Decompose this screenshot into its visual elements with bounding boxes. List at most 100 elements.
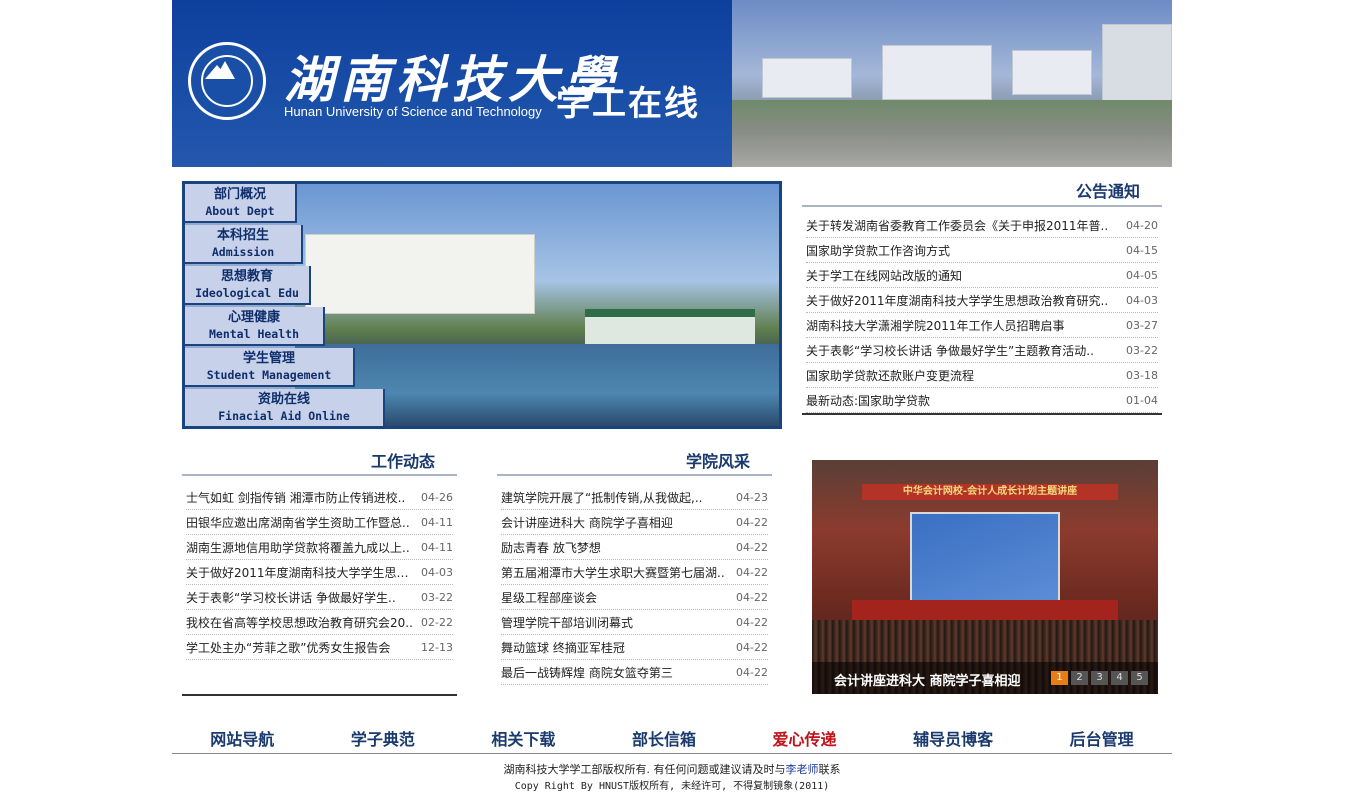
item-date: 04-26 xyxy=(421,490,453,504)
nav-financial-aid[interactable]: 资助在线 Finacial Aid Online xyxy=(185,389,385,426)
item-title[interactable]: 士气如虹 剑指传销 湘潭市防止传销进校.. xyxy=(186,489,405,506)
item-title[interactable]: 田银华应邀出席湖南省学生资助工作暨总.. xyxy=(186,514,410,531)
item-title[interactable]: 关于表彰“学习校长讲话 争做最好学生.. xyxy=(186,589,396,606)
slide-page-5[interactable]: 5 xyxy=(1131,671,1148,685)
list-item[interactable]: 最后一战铸辉煌 商院女篮夺第三 04-22 xyxy=(501,660,768,685)
nav-admission[interactable]: 本科招生 Admission xyxy=(185,225,303,264)
list-item[interactable]: 湖南生源地信用助学贷款将覆盖九成以上.. 04-11 xyxy=(186,535,453,560)
list-item[interactable]: 星级工程部座谈会 04-22 xyxy=(501,585,768,610)
slide-page-3[interactable]: 3 xyxy=(1091,671,1108,685)
list-item[interactable]: 关于学工在线网站改版的通知 04-05 xyxy=(806,263,1158,288)
list-item[interactable]: 关于转发湖南省委教育工作委员会《关于申报2011年普.. 04-20 xyxy=(806,213,1158,238)
item-title[interactable]: 国家助学贷款工作咨询方式 xyxy=(806,242,950,259)
bottom-navigation: 网站导航 学子典范 相关下载 部长信箱 爱心传递 辅导员博客 后台管理 xyxy=(172,722,1172,754)
slide-page-4[interactable]: 4 xyxy=(1111,671,1128,685)
item-title[interactable]: 舞动篮球 终摘亚军桂冠 xyxy=(501,639,625,656)
item-date: 04-22 xyxy=(736,615,768,629)
list-item[interactable]: 士气如虹 剑指传销 湘潭市防止传销进校.. 04-26 xyxy=(186,485,453,510)
slide-caption[interactable]: 会计讲座进科大 商院学子喜相迎 xyxy=(834,670,1021,689)
college-news-section: 学院风采 建筑学院开展了“抵制传销,从我做起,.. 04-23 会计讲座进科大 商… xyxy=(497,440,772,685)
work-news-title[interactable]: 工作动态 xyxy=(371,452,435,471)
item-title[interactable]: 湖南生源地信用助学贷款将覆盖九成以上.. xyxy=(186,539,410,556)
item-title[interactable]: 最后一战铸辉煌 商院女篮夺第三 xyxy=(501,664,673,681)
item-date: 04-22 xyxy=(736,590,768,604)
nav-student-management[interactable]: 学生管理 Student Management xyxy=(185,348,355,387)
item-date: 04-05 xyxy=(1126,268,1158,282)
link-love-relay[interactable]: 爱心传递 xyxy=(773,726,837,750)
list-item[interactable]: 最新动态:国家助学贷款 01-04 xyxy=(806,388,1158,413)
nav-about-dept[interactable]: 部门概况 About Dept xyxy=(185,184,297,223)
link-model-students[interactable]: 学子典范 xyxy=(351,726,415,750)
list-item[interactable]: 第五届湘潭市大学生求职大赛暨第七届湖.. 04-22 xyxy=(501,560,768,585)
link-site-map[interactable]: 网站导航 xyxy=(210,726,274,750)
item-title[interactable]: 建筑学院开展了“抵制传销,从我做起,.. xyxy=(501,489,702,506)
slide-page-2[interactable]: 2 xyxy=(1071,671,1088,685)
item-date: 01-04 xyxy=(1126,393,1158,407)
work-news-section: 工作动态 士气如虹 剑指传销 湘潭市防止传销进校.. 04-26 田银华应邀出席湖… xyxy=(182,440,457,660)
nav-label-en: Ideological Edu xyxy=(195,286,299,300)
photo-slideshow[interactable]: 中华会计网校-会计人成长计划主题讲座 会计讲座进科大 商院学子喜相迎 1 2 3… xyxy=(812,460,1158,694)
list-item[interactable]: 舞动篮球 终摘亚军桂冠 04-22 xyxy=(501,635,768,660)
link-downloads[interactable]: 相关下载 xyxy=(491,726,555,750)
nav-label-cn: 部门概况 xyxy=(213,187,266,202)
list-item[interactable]: 我校在省高等学校思想政治教育研究会20.. 02-22 xyxy=(186,610,453,635)
college-news-list: 建筑学院开展了“抵制传销,从我做起,.. 04-23 会计讲座进科大 商院学子喜相… xyxy=(497,485,772,685)
item-date: 02-22 xyxy=(421,615,453,629)
item-title[interactable]: 第五届湘潭市大学生求职大赛暨第七届湖.. xyxy=(501,564,725,581)
list-item[interactable]: 励志青春 放飞梦想 04-22 xyxy=(501,535,768,560)
item-title[interactable]: 学工处主办“芳菲之歌”优秀女生报告会 xyxy=(186,639,390,656)
list-item[interactable]: 建筑学院开展了“抵制传销,从我做起,.. 04-23 xyxy=(501,485,768,510)
link-admin[interactable]: 后台管理 xyxy=(1070,726,1134,750)
link-minister-mailbox[interactable]: 部长信箱 xyxy=(632,726,696,750)
item-title[interactable]: 关于表彰“学习校长讲话 争做最好学生”主题教育活动.. xyxy=(806,342,1094,359)
link-counselor-blog[interactable]: 辅导员博客 xyxy=(913,726,993,750)
list-item[interactable]: 关于表彰“学习校长讲话 争做最好学生.. 03-22 xyxy=(186,585,453,610)
college-news-title[interactable]: 学院风采 xyxy=(686,452,750,471)
list-item[interactable]: 国家助学贷款工作咨询方式 04-15 xyxy=(806,238,1158,263)
slide-page-1[interactable]: 1 xyxy=(1051,671,1068,685)
nav-ideological-edu[interactable]: 思想教育 Ideological Edu xyxy=(185,266,311,305)
notice-title[interactable]: 公告通知 xyxy=(1076,182,1140,201)
item-date: 04-11 xyxy=(421,540,453,554)
item-date: 04-22 xyxy=(736,565,768,579)
item-title[interactable]: 励志青春 放飞梦想 xyxy=(501,539,601,556)
footer-text: 联系 xyxy=(818,763,841,776)
nav-mental-health[interactable]: 心理健康 Mental Health xyxy=(185,307,325,346)
list-item[interactable]: 会计讲座进科大 商院学子喜相迎 04-22 xyxy=(501,510,768,535)
slide-pager: 1 2 3 4 5 xyxy=(1051,671,1148,685)
item-date: 04-15 xyxy=(1126,243,1158,257)
item-title[interactable]: 我校在省高等学校思想政治教育研究会20.. xyxy=(186,614,413,631)
notice-list: 关于转发湖南省委教育工作委员会《关于申报2011年普.. 04-20 国家助学贷款… xyxy=(802,213,1162,413)
item-title[interactable]: 会计讲座进科大 商院学子喜相迎 xyxy=(501,514,673,531)
list-item[interactable]: 国家助学贷款还款账户变更流程 03-18 xyxy=(806,363,1158,388)
item-date: 03-27 xyxy=(1126,318,1158,332)
item-title[interactable]: 最新动态:国家助学贷款 xyxy=(806,392,930,409)
list-item[interactable]: 湖南科技大学潇湘学院2011年工作人员招聘启事 03-27 xyxy=(806,313,1158,338)
list-item[interactable]: 关于做好2011年度湖南科技大学学生思想.. 04-03 xyxy=(186,560,453,585)
contact-link[interactable]: 李老师 xyxy=(786,763,819,776)
item-title[interactable]: 关于做好2011年度湖南科技大学学生思想.. xyxy=(186,564,413,581)
work-news-list: 士气如虹 剑指传销 湘潭市防止传销进校.. 04-26 田银华应邀出席湖南省学生资… xyxy=(182,485,457,660)
list-item[interactable]: 关于做好2011年度湖南科技大学学生思想政治教育研究.. 04-03 xyxy=(806,288,1158,313)
item-date: 04-23 xyxy=(736,490,768,504)
nav-label-cn: 思想教育 xyxy=(220,269,273,284)
slide-caption-bar: 会计讲座进科大 商院学子喜相迎 1 2 3 4 5 xyxy=(812,662,1158,694)
list-item[interactable]: 关于表彰“学习校长讲话 争做最好学生”主题教育活动.. 03-22 xyxy=(806,338,1158,363)
nav-label-cn: 本科招生 xyxy=(216,228,269,243)
item-title[interactable]: 星级工程部座谈会 xyxy=(501,589,597,606)
list-item[interactable]: 学工处主办“芳菲之歌”优秀女生报告会 12-13 xyxy=(186,635,453,660)
item-date: 04-22 xyxy=(736,515,768,529)
item-title[interactable]: 关于做好2011年度湖南科技大学学生思想政治教育研究.. xyxy=(806,292,1108,309)
copyright: Copy Right By HNUST版权所有, 未经许可, 不得复制镜象(20… xyxy=(514,781,830,792)
item-title[interactable]: 关于学工在线网站改版的通知 xyxy=(806,267,962,284)
notice-section: 公告通知 关于转发湖南省委教育工作委员会《关于申报2011年普.. 04-20 国… xyxy=(802,172,1162,415)
list-item[interactable]: 田银华应邀出席湖南省学生资助工作暨总.. 04-11 xyxy=(186,510,453,535)
item-title[interactable]: 关于转发湖南省委教育工作委员会《关于申报2011年普.. xyxy=(806,217,1108,234)
campus-photo xyxy=(732,0,1172,167)
list-item[interactable]: 管理学院干部培训闭幕式 04-22 xyxy=(501,610,768,635)
nav-label-en: About Dept xyxy=(205,204,275,218)
item-title[interactable]: 管理学院干部培训闭幕式 xyxy=(501,614,633,631)
item-title[interactable]: 国家助学贷款还款账户变更流程 xyxy=(806,367,974,384)
item-title[interactable]: 湖南科技大学潇湘学院2011年工作人员招聘启事 xyxy=(806,317,1065,334)
item-date: 04-22 xyxy=(736,665,768,679)
